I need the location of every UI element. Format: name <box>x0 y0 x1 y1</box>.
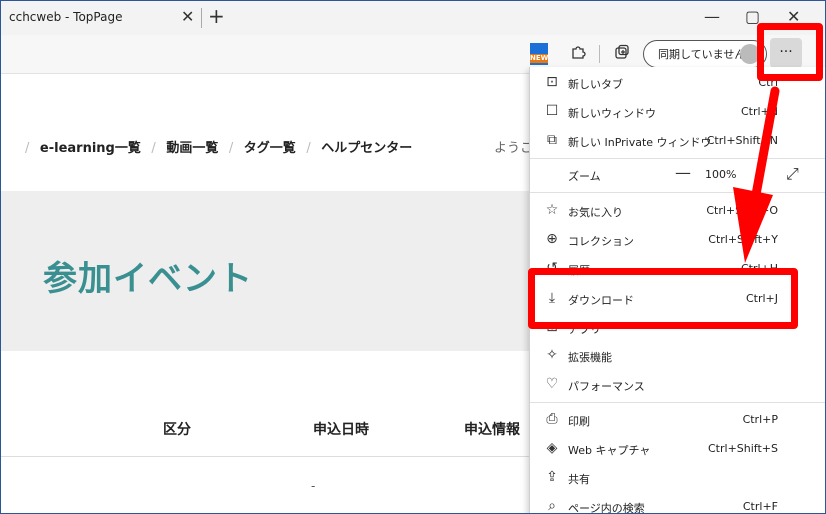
column-header-date: 申込日時 <box>313 422 369 438</box>
menu-item-label: お気に入り <box>568 206 623 219</box>
favorites-icon: ☆ <box>545 202 559 218</box>
web-capture-icon: ◈ <box>546 440 558 456</box>
tab-separator <box>201 8 202 28</box>
column-header-info: 申込情報 <box>464 422 520 438</box>
menu-item-web-capture[interactable]: ◈ Web キャプチャ Ctrl+Shift+S <box>530 435 825 463</box>
breadcrumb-separator: / <box>228 141 234 156</box>
zoom-level: 100% <box>705 168 737 181</box>
menu-item-new-window[interactable]: ☐ 新しいウィンドウ Ctrl+N <box>530 98 825 126</box>
menu-item-label: 共有 <box>568 473 590 486</box>
menu-item-share[interactable]: ⇪ 共有 <box>530 464 825 492</box>
zoom-label: ズーム <box>568 170 601 183</box>
menu-item-label: 新しい InPrivate ウィンドウ <box>568 136 712 149</box>
menu-item-print[interactable]: ⎙ 印刷 Ctrl+P <box>530 406 825 434</box>
breadcrumb-separator: / <box>25 141 30 156</box>
menu-separator <box>530 158 825 159</box>
browser-window: cchcweb - TopPage ✕ + — ▢ ✕ NEW 同期していません… <box>0 0 826 514</box>
toolbar-separator <box>599 45 600 63</box>
nav-link-tags[interactable]: タグ一覧 <box>244 141 296 156</box>
collections-icon: ⊕ <box>546 231 558 247</box>
performance-icon: ♡ <box>545 376 559 392</box>
fullscreen-icon[interactable]: ⤢ <box>786 164 799 184</box>
menu-item-label: ページ内の検索 <box>568 502 645 514</box>
menu-item-label: Web キャプチャ <box>568 444 651 457</box>
menu-item-shortcut: Ctrl+Shift+O <box>706 204 778 217</box>
menu-item-label: 新しいタブ <box>568 78 623 91</box>
menu-item-performance[interactable]: ♡ パフォーマンス <box>530 371 825 399</box>
menu-item-label: 新しいウィンドウ <box>568 107 656 120</box>
menu-item-extensions[interactable]: ✧ 拡張機能 <box>530 342 825 370</box>
menu-item-inprivate[interactable]: ⧉ 新しい InPrivate ウィンドウ Ctrl+Shift+N <box>530 127 825 155</box>
welcome-text: ようこ <box>494 141 534 156</box>
extensions-icon: ✧ <box>546 347 558 363</box>
menu-item-label: パフォーマンス <box>568 380 645 393</box>
menu-item-shortcut: Ctrl+Shift+S <box>708 442 778 455</box>
sync-status-button[interactable]: 同期していません <box>643 40 767 68</box>
nav-link-help[interactable]: ヘルプセンター <box>321 141 412 156</box>
extensions-toolbar-icon[interactable] <box>567 41 589 63</box>
browser-tab[interactable]: cchcweb - TopPage ✕ <box>1 1 199 35</box>
new-tab-button[interactable]: + <box>208 4 225 28</box>
menu-item-shortcut: Ctrl+N <box>740 105 778 118</box>
breadcrumb-separator: / <box>151 141 156 156</box>
menu-item-find[interactable]: ⌕ ページ内の検索 Ctrl+F <box>530 493 825 514</box>
menu-item-shortcut: Ctrl+P <box>742 413 778 426</box>
print-icon: ⎙ <box>546 411 558 427</box>
breadcrumb-separator: / <box>306 141 311 156</box>
new-tab-icon: ⊡ <box>546 74 558 90</box>
find-icon: ⌕ <box>548 498 556 514</box>
inprivate-icon: ⧉ <box>547 132 557 148</box>
minimize-button[interactable]: — <box>704 7 720 26</box>
nav-link-elearning[interactable]: e-learning一覧 <box>40 141 141 156</box>
tab-strip: cchcweb - TopPage ✕ + — ▢ ✕ <box>1 1 825 35</box>
tab-title: cchcweb - TopPage <box>9 10 123 24</box>
menu-item-shortcut: Ctrl+Shift+Y <box>708 233 778 246</box>
new-badge-label: NEW <box>530 54 549 63</box>
menu-item-favorites[interactable]: ☆ お気に入り Ctrl+Shift+O <box>530 197 825 225</box>
collections-toolbar-icon[interactable] <box>611 41 633 63</box>
menu-item-label: コレクション <box>568 235 634 248</box>
menu-item-zoom: ズーム — 100% ⤢ <box>530 161 825 189</box>
zoom-out-button[interactable]: — <box>675 163 691 182</box>
page-title: 参加イベント <box>43 259 253 299</box>
menu-item-shortcut: Ctrl+F <box>742 500 778 513</box>
column-header-category: 区分 <box>163 422 191 438</box>
new-window-icon: ☐ <box>545 103 559 119</box>
table-cell-value: - <box>311 479 316 493</box>
new-feature-icon[interactable]: NEW <box>530 43 548 65</box>
breadcrumb: / e-learning一覧 / 動画一覧 / タグ一覧 / ヘルプセンター <box>19 137 412 156</box>
menu-item-collections[interactable]: ⊕ コレクション Ctrl+Shift+Y <box>530 226 825 254</box>
highlight-more-button <box>757 23 823 81</box>
tab-close-icon[interactable]: ✕ <box>181 7 194 26</box>
nav-link-videos[interactable]: 動画一覧 <box>166 141 218 156</box>
menu-item-label: 拡張機能 <box>568 351 612 364</box>
highlight-download-item <box>528 268 798 329</box>
menu-item-shortcut: Ctrl+Shift+N <box>706 134 778 147</box>
menu-separator <box>530 192 825 193</box>
menu-item-label: 印刷 <box>568 415 590 428</box>
sync-label: 同期していません <box>658 48 746 61</box>
share-icon: ⇪ <box>546 469 558 485</box>
menu-separator <box>530 402 825 403</box>
